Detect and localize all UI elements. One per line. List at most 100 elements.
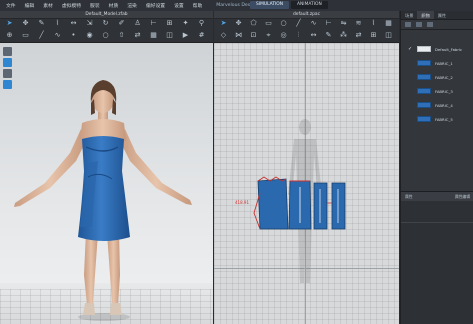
ruler-icon[interactable]: ⊢: [148, 19, 159, 28]
mode-tabs: SIMULATION ANIMATION: [250, 1, 328, 9]
box-select-icon[interactable]: ▭: [20, 31, 31, 40]
arrange-icon[interactable]: ⊞: [164, 19, 175, 28]
fabric-item-5[interactable]: FABRIC_5: [401, 112, 473, 126]
pattern-piece-back-right[interactable]: [327, 182, 346, 230]
menu-item-garment[interactable]: 服装: [90, 2, 100, 9]
measure-icon[interactable]: ↔: [68, 19, 79, 28]
circle-pattern-icon[interactable]: ○: [278, 19, 289, 28]
polygon-icon[interactable]: ⬠: [248, 19, 259, 28]
panel-tabs: 场景 织物 属性: [401, 11, 473, 20]
dart-icon[interactable]: ◇: [218, 31, 229, 40]
view-2d-icon[interactable]: ◫: [383, 31, 394, 40]
avatar-icon[interactable]: ♙: [132, 19, 143, 28]
fold-arrange-icon[interactable]: ⌇: [368, 19, 379, 28]
menu-item-preferences[interactable]: 偏好设置: [146, 2, 165, 9]
pattern-piece-front-skirt[interactable]: [253, 176, 289, 230]
button-tool-icon[interactable]: ◎: [278, 31, 289, 40]
fabric-item-4[interactable]: FABRIC_4: [401, 98, 473, 112]
menu-item-avatar[interactable]: 虚拟模特: [62, 2, 81, 9]
tab-fabric[interactable]: 织物: [417, 11, 434, 19]
2d-window-header: default.zpac: [214, 11, 399, 19]
simulate-icon[interactable]: ▶: [180, 31, 191, 40]
fabric-item-default[interactable]: ✓ Default_Fabric: [401, 42, 473, 56]
2d-toolbar: ➤ ✥ ⬠ ▭ ○ ╱ ∿ ⊢ ⇋ ≋ ⌇ ▦ ◇ ⋈ ⊡ ⌖ ◎ ⫶ ↔ ✎ …: [214, 19, 399, 43]
grid-icon[interactable]: #: [196, 31, 207, 40]
symmetry-icon[interactable]: ⇄: [353, 31, 364, 40]
internal-line-icon[interactable]: ╱: [293, 19, 304, 28]
add-fabric-icon[interactable]: [405, 22, 411, 27]
texture-icon[interactable]: ▦: [148, 31, 159, 40]
menu-item-help[interactable]: 帮助: [193, 2, 203, 9]
tab-simulation[interactable]: SIMULATION: [250, 1, 290, 9]
walk-icon[interactable]: ⚲: [196, 19, 207, 28]
segment-icon[interactable]: ⊢: [323, 19, 334, 28]
pattern-piece-back-left[interactable]: [313, 182, 328, 230]
grading-icon[interactable]: ⊞: [368, 31, 379, 40]
zoom-icon[interactable]: ⊕: [4, 31, 15, 40]
menu-item-edit[interactable]: 编辑: [25, 2, 35, 9]
brush-icon[interactable]: ✐: [116, 19, 127, 28]
menu-item-render[interactable]: 渲染: [127, 2, 137, 9]
fabric-swatch: [417, 74, 431, 80]
delete-fabric-icon[interactable]: [427, 22, 433, 27]
gather-icon[interactable]: ⁂: [338, 31, 349, 40]
move-icon[interactable]: ⇲: [84, 19, 95, 28]
avatar-model[interactable]: [0, 43, 213, 324]
fabric-swatch: [417, 88, 431, 94]
divider: [401, 222, 473, 223]
pattern-piece-front-panel[interactable]: [288, 180, 312, 230]
fabric-swatch: [417, 102, 431, 108]
fabric-swatch: [417, 116, 431, 122]
fabric-name: FABRIC_1: [435, 60, 453, 66]
select-icon[interactable]: ➤: [4, 19, 15, 28]
menu-item-assets[interactable]: 素材: [43, 2, 53, 9]
3d-window-title: Default_Model.zfab: [85, 12, 128, 17]
trace-icon[interactable]: ⌖: [263, 31, 274, 40]
sphere-icon[interactable]: ◉: [84, 31, 95, 40]
sewing-icon[interactable]: ⇋: [338, 19, 349, 28]
tab-properties[interactable]: 属性: [434, 11, 450, 19]
curve-icon[interactable]: ∿: [52, 31, 63, 40]
fabric-item-3[interactable]: FABRIC_3: [401, 84, 473, 98]
2d-window-title: default.zpac: [292, 12, 321, 17]
pin-icon[interactable]: ✎: [36, 19, 47, 28]
tab-scene[interactable]: 场景: [401, 11, 417, 19]
fabric-name: FABRIC_5: [435, 116, 453, 122]
annotation-icon[interactable]: ✎: [323, 31, 334, 40]
menu-item-settings[interactable]: 设置: [174, 2, 184, 9]
seam-allowance-icon[interactable]: ⊡: [248, 31, 259, 40]
fabric-name: Default_Fabric: [435, 46, 463, 52]
texture-2d-icon[interactable]: ▦: [383, 19, 394, 28]
app-window: 文件 编辑 素材 虚拟模特 服装 材质 渲染 偏好设置 设置 帮助 Marvel…: [0, 0, 473, 324]
mirror-icon[interactable]: ⇄: [132, 31, 143, 40]
fold-icon[interactable]: ⌇: [52, 19, 63, 28]
fabric-item-2[interactable]: FABRIC_2: [401, 70, 473, 84]
property-editor-title: 属性: [405, 193, 413, 199]
menu-item-file[interactable]: 文件: [6, 2, 16, 9]
edit-pattern-icon[interactable]: ✥: [233, 19, 244, 28]
curve-point-icon[interactable]: ∿: [308, 19, 319, 28]
circle-icon[interactable]: ○: [100, 31, 111, 40]
free-sewing-icon[interactable]: ≋: [353, 19, 364, 28]
line-icon[interactable]: ╱: [36, 31, 47, 40]
pattern-select-icon[interactable]: ➤: [218, 19, 229, 28]
3d-viewport[interactable]: [0, 43, 213, 324]
2d-pattern-window[interactable]: 418.91: [214, 43, 399, 324]
menu-item-material[interactable]: 材质: [109, 2, 119, 9]
zipper-icon[interactable]: ⫶: [293, 31, 304, 40]
fabric-list: ✓ Default_Fabric FABRIC_1 FABRIC_2 FABRI…: [401, 30, 473, 126]
rotate-icon[interactable]: ↻: [100, 19, 111, 28]
fabric-item-1[interactable]: FABRIC_1: [401, 56, 473, 70]
group-icon[interactable]: ◫: [164, 31, 175, 40]
measure-2d-icon[interactable]: ↔: [308, 31, 319, 40]
arrow-icon[interactable]: ⇧: [116, 31, 127, 40]
rectangle-icon[interactable]: ▭: [263, 19, 274, 28]
copy-fabric-icon[interactable]: [416, 22, 422, 27]
transform-icon[interactable]: ✥: [20, 19, 31, 28]
property-editor-header: 属性 属性编辑: [401, 192, 473, 201]
tack-icon[interactable]: ✦: [180, 19, 191, 28]
point-icon[interactable]: •: [68, 31, 79, 40]
tab-animation[interactable]: ANIMATION: [291, 1, 328, 9]
fabric-swatch: [417, 46, 431, 52]
pleat-icon[interactable]: ⋈: [233, 31, 244, 40]
